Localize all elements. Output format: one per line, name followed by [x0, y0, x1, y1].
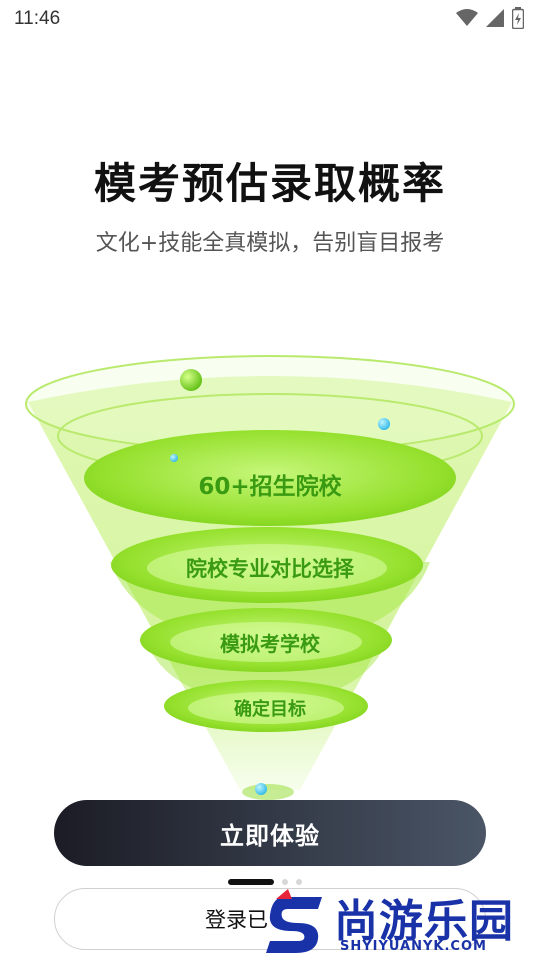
login-button-label: 登录已 — [205, 908, 268, 932]
funnel-tier-label: 模拟考学校 — [220, 632, 320, 656]
status-time: 11:46 — [14, 8, 61, 29]
signal-icon — [486, 9, 504, 27]
status-bar: 11:46 — [0, 0, 540, 36]
funnel-tier-label: 院校专业对比选择 — [186, 557, 354, 581]
watermark-url: SHYIYUANYK.COM — [340, 939, 487, 954]
page-subtitle: 文化+技能全真模拟，告别盲目报考 — [95, 231, 445, 256]
wifi-icon — [456, 9, 478, 26]
watermark: 尚游乐园 SHYIYUANYK.COM — [262, 885, 540, 960]
battery-charging-icon — [512, 7, 524, 29]
status-icons — [456, 6, 524, 30]
watermark-logo-icon — [266, 889, 322, 953]
try-now-button[interactable]: 立即体验 — [54, 800, 486, 866]
funnel-illustration: 60+招生院校 院校专业对比选择 模拟考学校 确定目标 — [0, 340, 540, 820]
page-title: 模考预估录取概率 — [93, 159, 446, 208]
funnel-tier-label: 60+招生院校 — [198, 474, 342, 500]
funnel-tier-label: 确定目标 — [234, 699, 306, 720]
